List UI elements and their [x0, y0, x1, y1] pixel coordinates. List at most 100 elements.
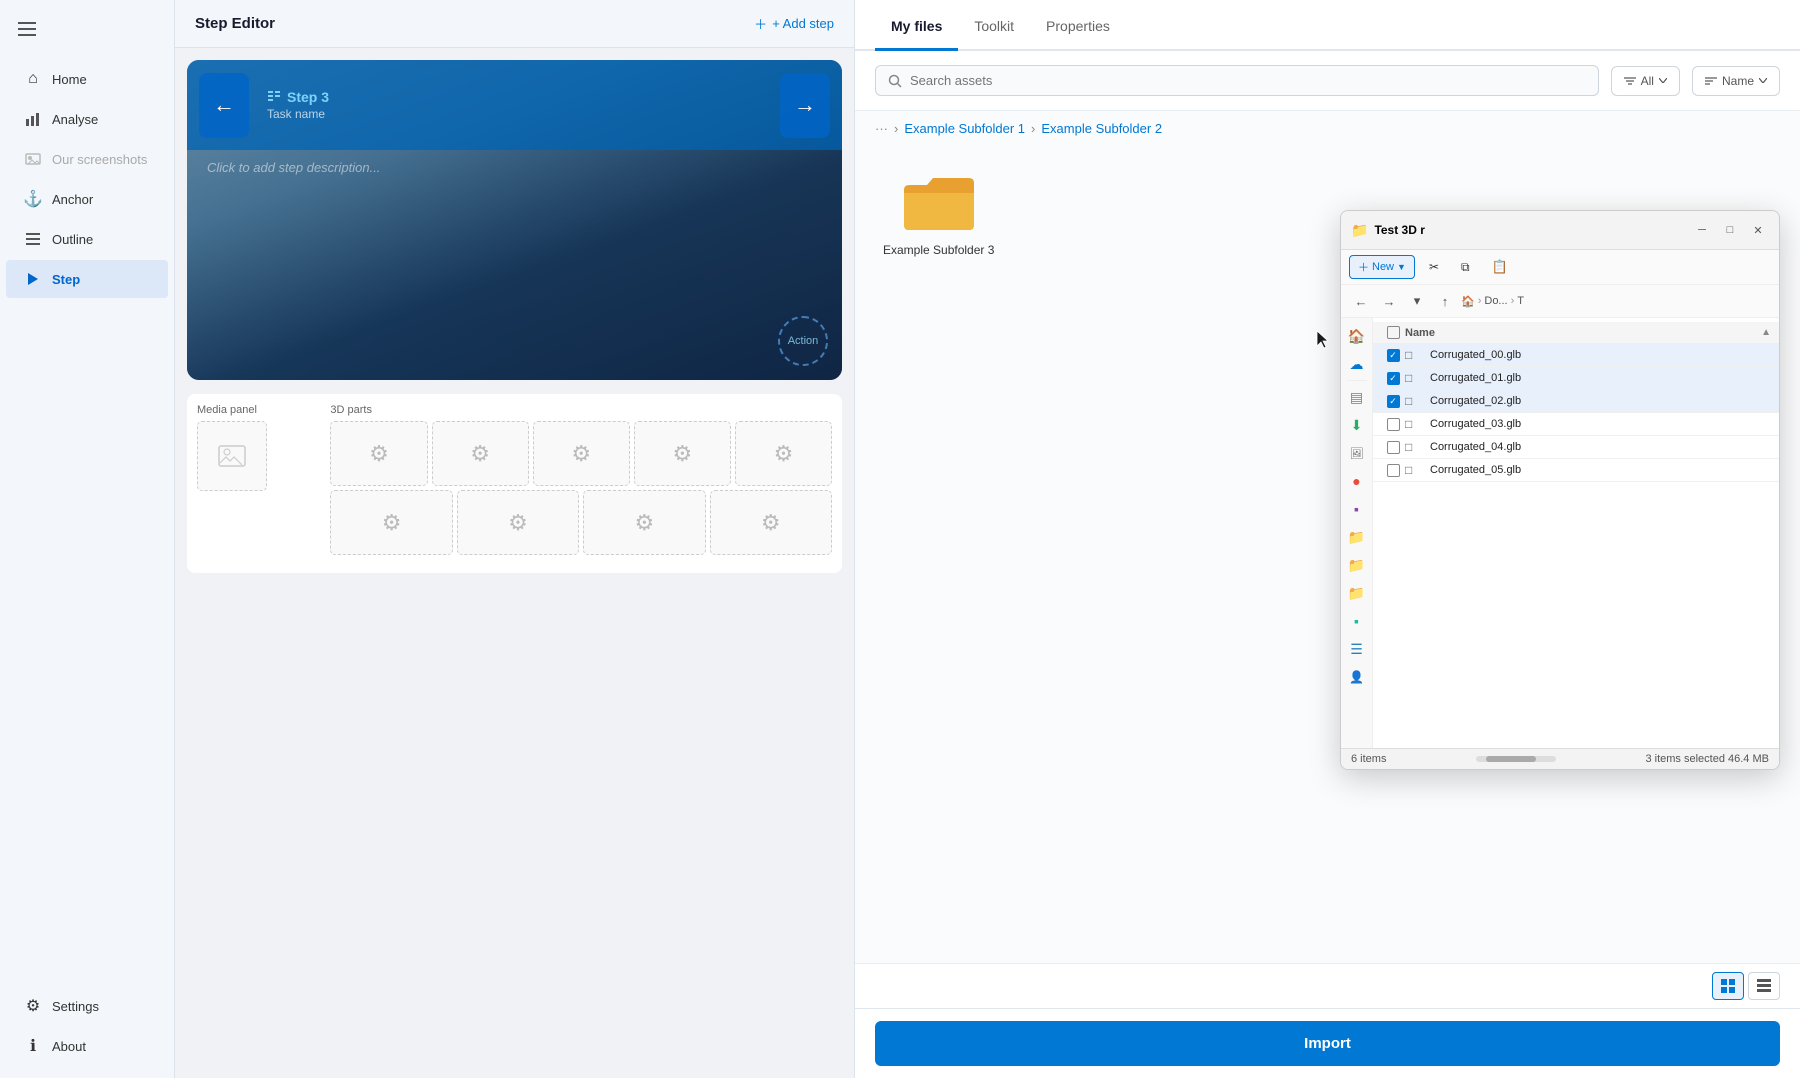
chevron-down-icon: [1659, 78, 1667, 83]
list-view-button[interactable]: [1748, 972, 1780, 1000]
explorer-paste-button[interactable]: 📋: [1484, 255, 1516, 279]
explorer-dropdown-button[interactable]: ▾: [1405, 289, 1429, 313]
explorer-cut-button[interactable]: ✂: [1421, 256, 1447, 278]
explorer-sidebar-item-4[interactable]: ●: [1345, 469, 1369, 493]
media-cell-1[interactable]: [197, 421, 267, 491]
sidebar-item-home[interactable]: ⌂ Home: [6, 60, 168, 98]
menu-icon[interactable]: [0, 12, 174, 51]
part-cell-1[interactable]: ⚙: [330, 421, 427, 486]
file-checkbox-3[interactable]: [1381, 418, 1405, 431]
explorer-forward-button[interactable]: →: [1377, 289, 1401, 313]
file-row-5[interactable]: □ Corrugated_05.glb: [1373, 459, 1779, 482]
checkbox-1[interactable]: ✓: [1387, 372, 1400, 385]
explorer-sidebar-item-2[interactable]: ⬇: [1345, 413, 1369, 437]
explorer-sidebar-item-6[interactable]: ▪: [1345, 609, 1369, 633]
sidebar-item-outline[interactable]: Outline: [6, 220, 168, 258]
part-cell-2[interactable]: ⚙: [432, 421, 529, 486]
checkbox-2[interactable]: ✓: [1387, 395, 1400, 408]
step-editor-title: Step Editor: [195, 15, 275, 32]
search-input-wrap: [875, 65, 1599, 96]
import-button[interactable]: Import: [875, 1021, 1780, 1066]
explorer-up-button[interactable]: ↑: [1433, 289, 1457, 313]
checkbox-3[interactable]: [1387, 418, 1400, 431]
sidebar-item-step[interactable]: Step: [6, 260, 168, 298]
part-cell-6[interactable]: ⚙: [330, 490, 452, 555]
header-checkbox[interactable]: [1381, 326, 1405, 339]
sidebar-item-about[interactable]: ℹ About: [6, 1027, 168, 1065]
tab-my-files[interactable]: My files: [875, 0, 958, 51]
path-item-1[interactable]: Do...: [1484, 295, 1507, 307]
file-checkbox-0[interactable]: ✓: [1381, 349, 1405, 362]
part-cell-4[interactable]: ⚙: [634, 421, 731, 486]
settings-icon: ⚙: [24, 997, 42, 1015]
step-description[interactable]: Click to add step description...: [207, 160, 822, 175]
explorer-sidebar-folder-1[interactable]: 📁: [1345, 525, 1369, 549]
file-checkbox-2[interactable]: ✓: [1381, 395, 1405, 408]
sidebar-item-settings[interactable]: ⚙ Settings: [6, 987, 168, 1025]
add-step-button[interactable]: ＋ + Add step: [754, 14, 834, 33]
step-icon: [24, 270, 42, 288]
file-row-4[interactable]: □ Corrugated_04.glb: [1373, 436, 1779, 459]
explorer-close-button[interactable]: ✕: [1747, 219, 1769, 241]
explorer-sidebar-home[interactable]: 🏠: [1345, 324, 1369, 348]
explorer-back-button[interactable]: ←: [1349, 289, 1373, 313]
file-row-1[interactable]: ✓ □ Corrugated_01.glb: [1373, 367, 1779, 390]
path-item-2[interactable]: T: [1517, 295, 1524, 307]
next-step-button[interactable]: →: [780, 73, 830, 138]
explorer-minimize-button[interactable]: ─: [1691, 219, 1713, 241]
explorer-sidebar-item-5[interactable]: ▪: [1345, 497, 1369, 521]
checkbox-5[interactable]: [1387, 464, 1400, 477]
sidebar-item-analyse[interactable]: Analyse: [6, 100, 168, 138]
file-icon-0: □: [1405, 348, 1425, 362]
file-checkbox-5[interactable]: [1381, 464, 1405, 477]
part-cell-9[interactable]: ⚙: [710, 490, 832, 555]
new-icon: ＋: [1358, 259, 1369, 275]
explorer-sidebar-onedrive[interactable]: ☁: [1345, 352, 1369, 376]
checkbox-4[interactable]: [1387, 441, 1400, 454]
breadcrumb-item-1[interactable]: Example Subfolder 1: [904, 121, 1025, 136]
part-cell-5[interactable]: ⚙: [735, 421, 832, 486]
part-icon: ⚙: [635, 510, 655, 536]
file-name-3: Corrugated_03.glb: [1430, 418, 1771, 430]
checkbox-0[interactable]: ✓: [1387, 349, 1400, 362]
folder-item[interactable]: Example Subfolder 3: [875, 162, 1002, 265]
paste-icon: 📋: [1492, 259, 1508, 275]
tab-toolkit[interactable]: Toolkit: [958, 0, 1030, 51]
select-all-checkbox[interactable]: [1387, 326, 1400, 339]
sidebar-item-anchor[interactable]: ⚓ Anchor: [6, 180, 168, 218]
explorer-sidebar-divider-1: [1347, 380, 1367, 381]
explorer-sidebar-folder-3[interactable]: 📁: [1345, 581, 1369, 605]
sidebar-label-settings: Settings: [52, 999, 99, 1014]
filter-all-button[interactable]: All: [1611, 66, 1680, 96]
file-checkbox-4[interactable]: [1381, 441, 1405, 454]
bottom-bar: Import: [855, 963, 1800, 1078]
sort-button[interactable]: Name: [1692, 66, 1780, 96]
explorer-sidebar-item-7[interactable]: ☰: [1345, 637, 1369, 661]
explorer-new-button[interactable]: ＋ New ▼: [1349, 255, 1415, 279]
import-bar: Import: [855, 1008, 1800, 1078]
explorer-sidebar-item-8[interactable]: 👤: [1345, 665, 1369, 689]
explorer-maximize-button[interactable]: □: [1719, 219, 1741, 241]
explorer-sidebar-folder-2[interactable]: 📁: [1345, 553, 1369, 577]
grid-view-button[interactable]: [1712, 972, 1744, 1000]
status-scrollbar[interactable]: [1476, 756, 1556, 762]
explorer-copy-button[interactable]: ⧉: [1453, 256, 1478, 279]
file-row-2[interactable]: ✓ □ Corrugated_02.glb: [1373, 390, 1779, 413]
file-checkbox-1[interactable]: ✓: [1381, 372, 1405, 385]
explorer-sidebar-item-1[interactable]: ▤: [1345, 385, 1369, 409]
step-content-area: ← Step 3 Task name → Click to add step d…: [175, 48, 854, 1078]
explorer-sidebar-item-3[interactable]: 🖼: [1345, 441, 1369, 465]
add-step-label: + Add step: [772, 16, 834, 31]
search-input[interactable]: [910, 73, 1586, 88]
file-row-0[interactable]: ✓ □ Corrugated_00.glb: [1373, 344, 1779, 367]
action-badge[interactable]: Action: [778, 316, 828, 366]
part-cell-8[interactable]: ⚙: [583, 490, 705, 555]
media-cells: [197, 421, 322, 491]
breadcrumb-item-2[interactable]: Example Subfolder 2: [1041, 121, 1162, 136]
part-cell-3[interactable]: ⚙: [533, 421, 630, 486]
part-cell-7[interactable]: ⚙: [457, 490, 579, 555]
tab-properties[interactable]: Properties: [1030, 0, 1126, 51]
prev-step-button[interactable]: ←: [199, 73, 249, 138]
file-row-3[interactable]: □ Corrugated_03.glb: [1373, 413, 1779, 436]
breadcrumb-dots[interactable]: ···: [875, 121, 888, 136]
